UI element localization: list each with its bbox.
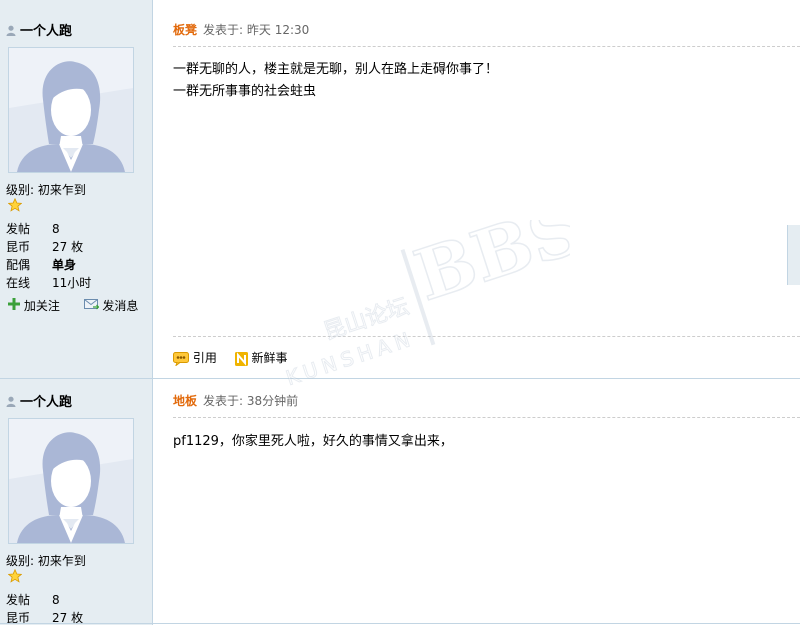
author-name: 一个人跑 bbox=[20, 395, 73, 410]
dashed-divider bbox=[173, 336, 800, 337]
post-header: 板凳 发表于: 昨天 12:30 bbox=[173, 21, 309, 38]
post-1: 一个人跑 级别: 初来乍到 发帖 8 昆币 27 枚 配偶 单身 在线 11小时 加关注 bbox=[0, 0, 800, 378]
post-message: pf1129，你家里死人啦，好久的事情又拿出来， bbox=[173, 434, 453, 449]
author-name: 一个人跑 bbox=[20, 24, 73, 39]
news-button[interactable]: 新鲜事 bbox=[234, 349, 288, 366]
post-operations: 引用 新鲜事 bbox=[173, 349, 302, 367]
post-2: 一个人跑 级别: 初来乍到 发帖 8 昆币 27 枚 地板 发表于: 38分钟前 pf… bbox=[0, 379, 800, 625]
user-actions: 加关注 发消息 bbox=[8, 297, 138, 314]
plus-icon bbox=[8, 298, 20, 310]
quote-button[interactable]: 引用 bbox=[173, 349, 217, 367]
floor-label[interactable]: 板凳 bbox=[173, 23, 197, 37]
dashed-divider bbox=[173, 417, 800, 418]
post-content: 板凳 发表于: 昨天 12:30 一群无聊的人，楼主就是无聊，别人在路上走碍你事了… bbox=[153, 0, 800, 378]
send-message-button[interactable]: 发消息 bbox=[83, 297, 138, 314]
floor-label[interactable]: 地板 bbox=[173, 394, 197, 408]
post-header: 地板 发表于: 38分钟前 bbox=[173, 392, 298, 409]
avatar[interactable] bbox=[8, 47, 134, 173]
stat-coins: 昆币 27 枚 bbox=[6, 240, 84, 254]
author-sidebar: 一个人跑 级别: 初来乍到 发帖 8 昆币 27 枚 bbox=[0, 379, 153, 625]
bottom-border bbox=[0, 623, 800, 624]
post-time: 发表于: 38分钟前 bbox=[203, 394, 299, 408]
stat-spouse: 配偶 单身 bbox=[6, 258, 77, 272]
dashed-divider bbox=[173, 46, 800, 47]
post-time: 发表于: 昨天 12:30 bbox=[203, 23, 310, 37]
post-content: 地板 发表于: 38分钟前 pf1129，你家里死人啦，好久的事情又拿出来， bbox=[153, 379, 800, 625]
post-message: 一群无聊的人，楼主就是无聊，别人在路上走碍你事了！ 一群无所事事的社会蛀虫 bbox=[173, 62, 499, 99]
author-sidebar: 一个人跑 级别: 初来乍到 发帖 8 昆币 27 枚 配偶 单身 在线 11小时 加关注 bbox=[0, 0, 153, 378]
side-widget-edge[interactable] bbox=[787, 225, 800, 285]
user-icon bbox=[6, 396, 16, 407]
stat-online: 在线 11小时 bbox=[6, 276, 92, 290]
user-icon bbox=[6, 25, 16, 36]
stat-posts: 发帖 8 bbox=[6, 222, 60, 236]
default-avatar-icon bbox=[9, 419, 133, 543]
message-icon bbox=[83, 299, 100, 310]
avatar[interactable] bbox=[8, 418, 134, 544]
news-icon bbox=[234, 351, 248, 366]
author-name-row[interactable]: 一个人跑 bbox=[6, 391, 72, 410]
star-icon bbox=[8, 198, 22, 212]
default-avatar-icon bbox=[9, 48, 133, 172]
quote-icon bbox=[173, 351, 189, 367]
author-name-row[interactable]: 一个人跑 bbox=[6, 20, 72, 39]
stat-posts: 发帖 8 bbox=[6, 593, 60, 607]
user-level: 级别: 初来乍到 bbox=[6, 183, 86, 197]
user-level: 级别: 初来乍到 bbox=[6, 554, 86, 568]
star-icon bbox=[8, 569, 22, 583]
follow-button[interactable]: 加关注 bbox=[8, 297, 60, 314]
